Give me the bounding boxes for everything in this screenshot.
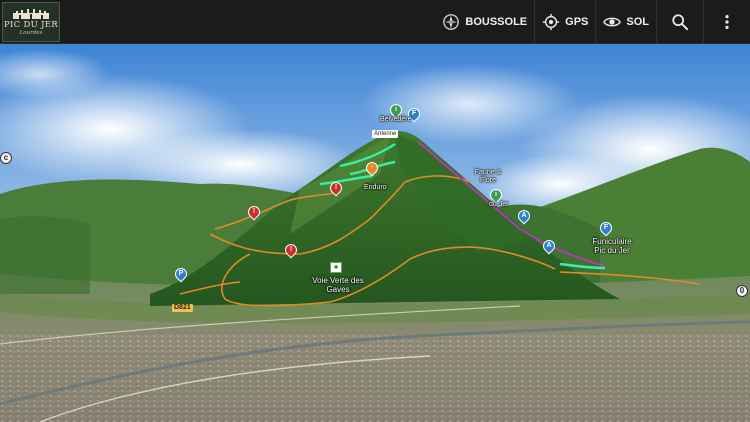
search-button[interactable] (656, 0, 703, 44)
compass-label: BOUSSOLE (465, 16, 528, 28)
castle-icon (13, 8, 49, 19)
gps-button[interactable]: GPS (534, 0, 595, 44)
antenna-label: Antenne (372, 130, 399, 138)
voie-verte-label: Voie Verte des Gaves (312, 276, 364, 294)
offscreen-poi-right-marker[interactable]: 0 (736, 285, 748, 297)
gps-crosshair-icon (543, 13, 560, 31)
enduro-label: Enduro (364, 184, 387, 191)
terrain-scene (0, 44, 750, 422)
3d-map-view[interactable]: ! ! ! A A F F i i · P ♣ Voie Verte des G… (0, 44, 750, 422)
search-icon (672, 14, 689, 31)
logo-title: PIC DU JER (4, 19, 58, 30)
ground-view-label: SOL (626, 16, 649, 28)
overflow-menu-button[interactable] (703, 0, 750, 44)
belvedere-label: Belvédère (380, 116, 412, 123)
compass-button[interactable]: BOUSSOLE (435, 0, 534, 44)
app-toolbar: PIC DU JER Lourdes BOUSSOLE GPS SOL (0, 0, 750, 44)
compass-icon (443, 14, 460, 30)
pic-du-jer-logo[interactable]: PIC DU JER Lourdes (2, 2, 60, 42)
offscreen-poi-left-marker[interactable]: c (0, 152, 12, 164)
more-vert-icon (725, 14, 729, 30)
faune-flore-label: Faune & Flore (474, 169, 502, 184)
voie-verte-sign-icon[interactable]: ♣ (330, 262, 342, 273)
funicular-label: Funiculaire Pic du Jer (592, 237, 632, 255)
logo-subtitle: Lourdes (19, 29, 43, 36)
du-jer-label: du Jer (489, 201, 509, 208)
road-d821-label: D821 (172, 304, 193, 312)
eye-icon (603, 17, 622, 27)
toolbar-actions: BOUSSOLE GPS SOL (435, 0, 750, 44)
gps-label: GPS (565, 16, 589, 28)
ground-view-button[interactable]: SOL (595, 0, 656, 44)
